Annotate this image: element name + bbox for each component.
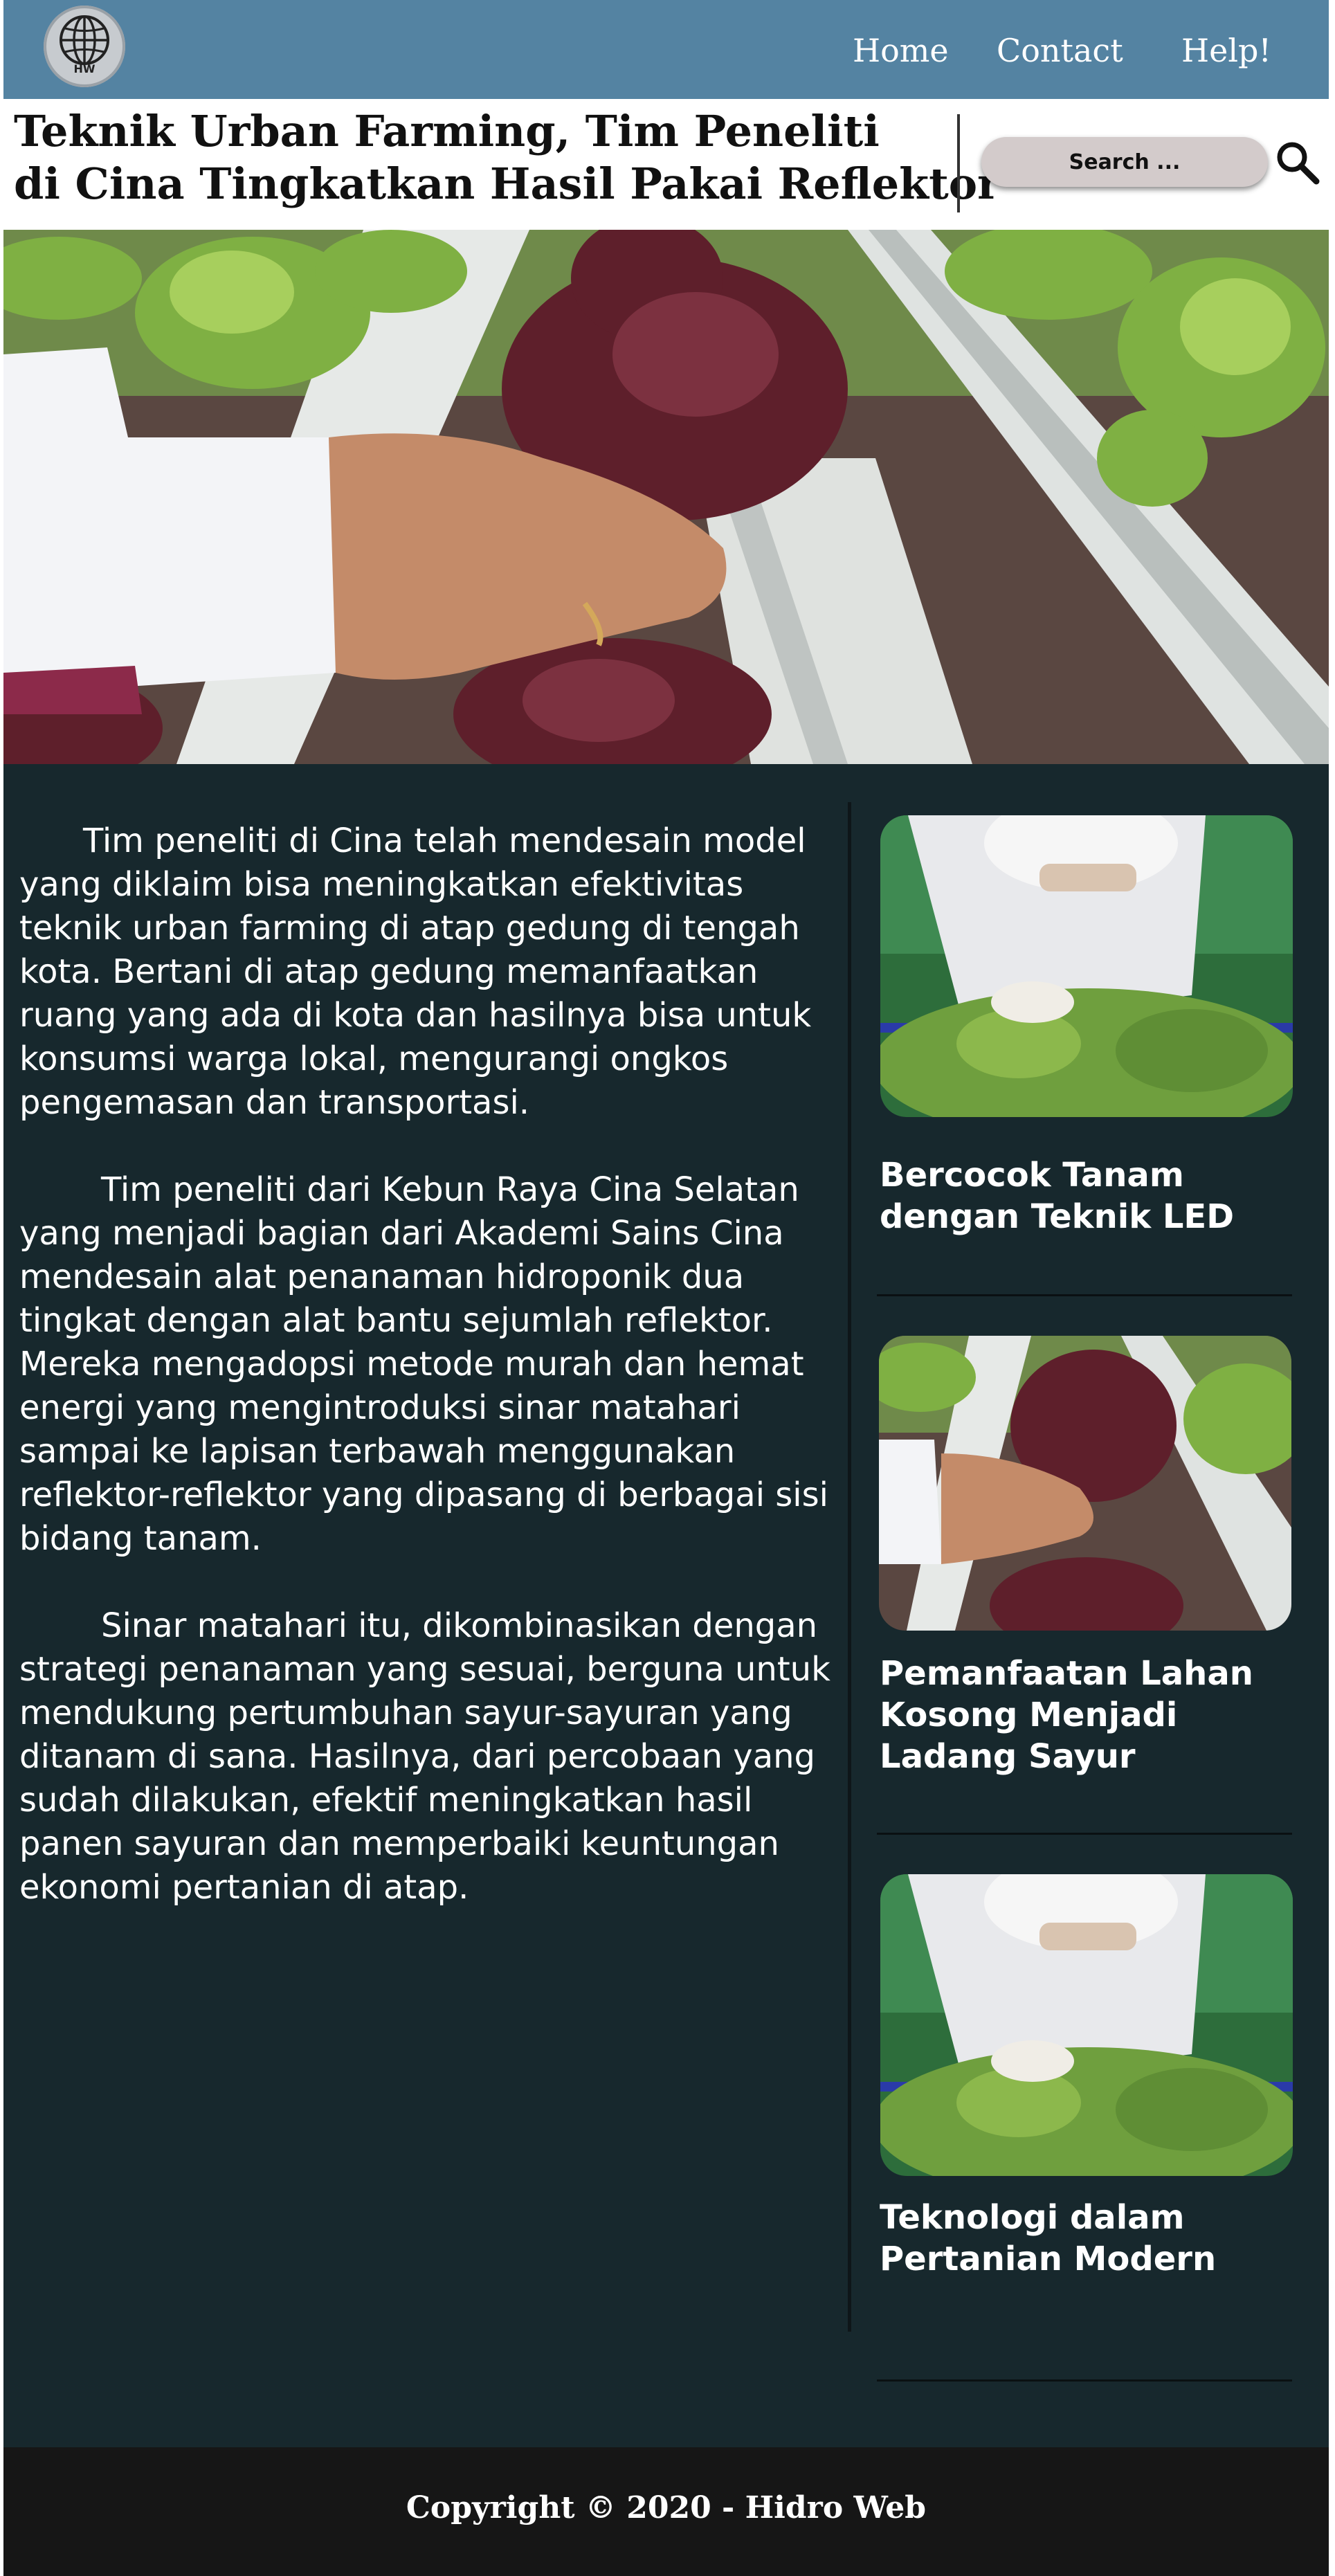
page-title-line-2: di Cina Tingkatkan Hasil Pakai Reflektor (14, 158, 1000, 209)
sidebar-card-title[interactable]: Bercocok Tanam dengan Teknik LED (880, 1154, 1295, 1237)
navbar: HW Home Contact Help! (3, 0, 1329, 99)
header-divider (957, 114, 960, 212)
sidebar-separator (877, 1294, 1292, 1296)
search-icon (1277, 142, 1320, 185)
sidebar-card-image[interactable] (880, 815, 1293, 1117)
sidebar-card-image[interactable] (879, 1336, 1291, 1631)
nav-link-contact[interactable]: Contact (997, 32, 1123, 69)
article-paragraph: Tim peneliti dari Kebun Raya Cina Selata… (19, 1170, 828, 1558)
nav-link-help[interactable]: Help! (1181, 32, 1271, 69)
nav-link-home[interactable]: Home (853, 32, 949, 69)
article-paragraph: Sinar matahari itu, dikombinasikan denga… (19, 1606, 830, 1907)
search-button[interactable] (1273, 138, 1322, 187)
sidebar-separator (877, 2379, 1292, 2382)
copyright-text: Copyright © 2020 - Hidro Web (406, 2490, 927, 2525)
sidebar-card-image[interactable] (880, 1874, 1293, 2176)
logo[interactable]: HW (44, 6, 125, 87)
sidebar-card-title[interactable]: Pemanfaatan Lahan Kosong Menjadi Ladang … (880, 1653, 1295, 1777)
content-divider (848, 802, 851, 2332)
article-paragraph: Tim peneliti di Cina telah mendesain mod… (19, 822, 812, 1122)
page-title: Teknik Urban Farming, Tim Peneliti di Ci… (14, 105, 1000, 210)
sidebar-separator (877, 1833, 1292, 1835)
sidebar-card-title[interactable]: Teknologi dalam Pertanian Modern (880, 2197, 1295, 2280)
page-title-line-1: Teknik Urban Farming, Tim Peneliti (14, 106, 880, 156)
search-input[interactable] (981, 137, 1268, 187)
footer: Copyright © 2020 - Hidro Web (3, 2447, 1329, 2576)
logo-text: HW (73, 62, 96, 75)
content-section: Tim peneliti di Cina telah mendesain mod… (3, 764, 1329, 2447)
hero-image (3, 230, 1329, 764)
